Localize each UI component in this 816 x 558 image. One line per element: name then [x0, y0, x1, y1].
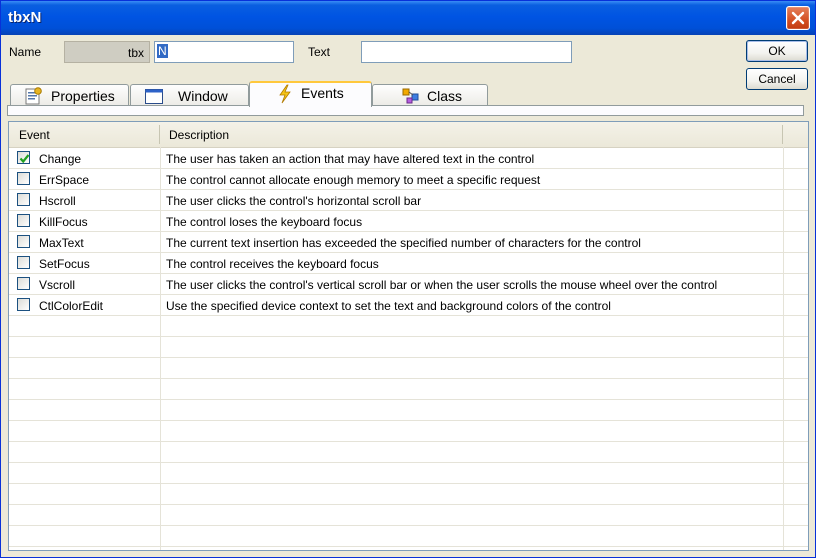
- tab-window[interactable]: Window: [130, 84, 249, 106]
- event-description: The control loses the keyboard focus: [166, 215, 363, 229]
- event-checkbox[interactable]: [17, 214, 30, 227]
- event-description: Use the specified device context to set …: [166, 299, 611, 313]
- event-description: The control receives the keyboard focus: [166, 257, 379, 271]
- event-description: The user clicks the control's horizontal…: [166, 194, 422, 208]
- tab-class-label: Class: [427, 88, 463, 104]
- table-row[interactable]: ErrSpace The control cannot allocate enou…: [9, 169, 808, 190]
- column-divider[interactable]: [782, 125, 783, 144]
- event-name: CtlColorEdit: [39, 299, 104, 313]
- empty-table-row: [9, 442, 808, 463]
- window-title: tbxN: [8, 9, 42, 26]
- class-icon: [402, 88, 419, 104]
- table-row[interactable]: Vscroll The user clicks the control's ver…: [9, 274, 808, 295]
- checkmark-icon: [19, 154, 30, 164]
- empty-table-row: [9, 505, 808, 526]
- empty-table-row: [9, 463, 808, 484]
- tab-properties[interactable]: Properties: [10, 84, 129, 106]
- table-row[interactable]: CtlColorEdit Use the specified device con…: [9, 295, 808, 316]
- table-row[interactable]: SetFocus The control receives the keyboar…: [9, 253, 808, 274]
- name-input-value: N: [157, 44, 168, 58]
- table-row[interactable]: MaxText The current text insertion has ex…: [9, 232, 808, 253]
- grid-header: Event Description: [9, 122, 808, 148]
- empty-table-row: [9, 421, 808, 442]
- event-name: Change: [39, 152, 82, 166]
- empty-table-row: [9, 316, 808, 337]
- event-description: The current text insertion has exceeded …: [166, 236, 641, 250]
- event-name: ErrSpace: [39, 173, 90, 187]
- event-name: KillFocus: [39, 215, 88, 229]
- tab-window-label: Window: [178, 88, 228, 104]
- column-divider[interactable]: [159, 125, 160, 144]
- table-row[interactable]: Change The user has taken an action that …: [9, 148, 808, 169]
- column-header-event[interactable]: Event: [19, 128, 50, 142]
- table-row[interactable]: KillFocus The control loses the keyboard …: [9, 211, 808, 232]
- event-checkbox[interactable]: [17, 193, 30, 206]
- text-label: Text: [308, 45, 331, 59]
- window-icon: [145, 89, 163, 104]
- empty-table-row: [9, 400, 808, 421]
- cancel-button[interactable]: Cancel: [746, 68, 808, 90]
- empty-table-row: [9, 337, 808, 358]
- event-description: The user clicks the control's vertical s…: [166, 278, 718, 292]
- close-icon: [791, 11, 805, 25]
- empty-table-row: [9, 358, 808, 379]
- name-label: Name: [9, 45, 42, 59]
- tbx-prefix-label: tbx: [64, 41, 150, 63]
- ok-button[interactable]: OK: [746, 40, 808, 62]
- tab-class[interactable]: Class: [372, 84, 488, 106]
- event-checkbox[interactable]: [17, 277, 30, 290]
- event-name: MaxText: [39, 236, 84, 250]
- events-grid[interactable]: Event Description Change The user has tak…: [8, 121, 809, 551]
- text-input[interactable]: [361, 41, 572, 63]
- event-checkbox[interactable]: [17, 235, 30, 248]
- tab-events[interactable]: Events: [249, 81, 372, 107]
- properties-icon: [25, 87, 42, 105]
- event-checkbox[interactable]: [17, 256, 30, 269]
- lightning-icon: [279, 84, 291, 104]
- dialog-window: tbxN Name tbx N Text OK Cancel Propertie…: [0, 0, 816, 558]
- name-input[interactable]: N: [154, 41, 294, 63]
- tab-events-label: Events: [301, 85, 344, 101]
- column-header-description[interactable]: Description: [169, 128, 229, 142]
- table-row[interactable]: Hscroll The user clicks the control's hor…: [9, 190, 808, 211]
- empty-table-row: [9, 484, 808, 505]
- event-checkbox[interactable]: [17, 172, 30, 185]
- close-button[interactable]: [786, 6, 810, 30]
- tab-panel: [7, 105, 804, 116]
- event-description: The control cannot allocate enough memor…: [166, 173, 541, 187]
- event-description: The user has taken an action that may ha…: [166, 152, 535, 166]
- event-name: SetFocus: [39, 257, 90, 271]
- event-checkbox[interactable]: [17, 298, 30, 311]
- event-name: Hscroll: [39, 194, 76, 208]
- empty-table-row: [9, 379, 808, 400]
- empty-table-row: [9, 526, 808, 547]
- title-bar[interactable]: tbxN: [1, 1, 815, 35]
- event-name: Vscroll: [39, 278, 76, 292]
- event-checkbox[interactable]: [17, 151, 30, 164]
- tab-properties-label: Properties: [51, 88, 115, 104]
